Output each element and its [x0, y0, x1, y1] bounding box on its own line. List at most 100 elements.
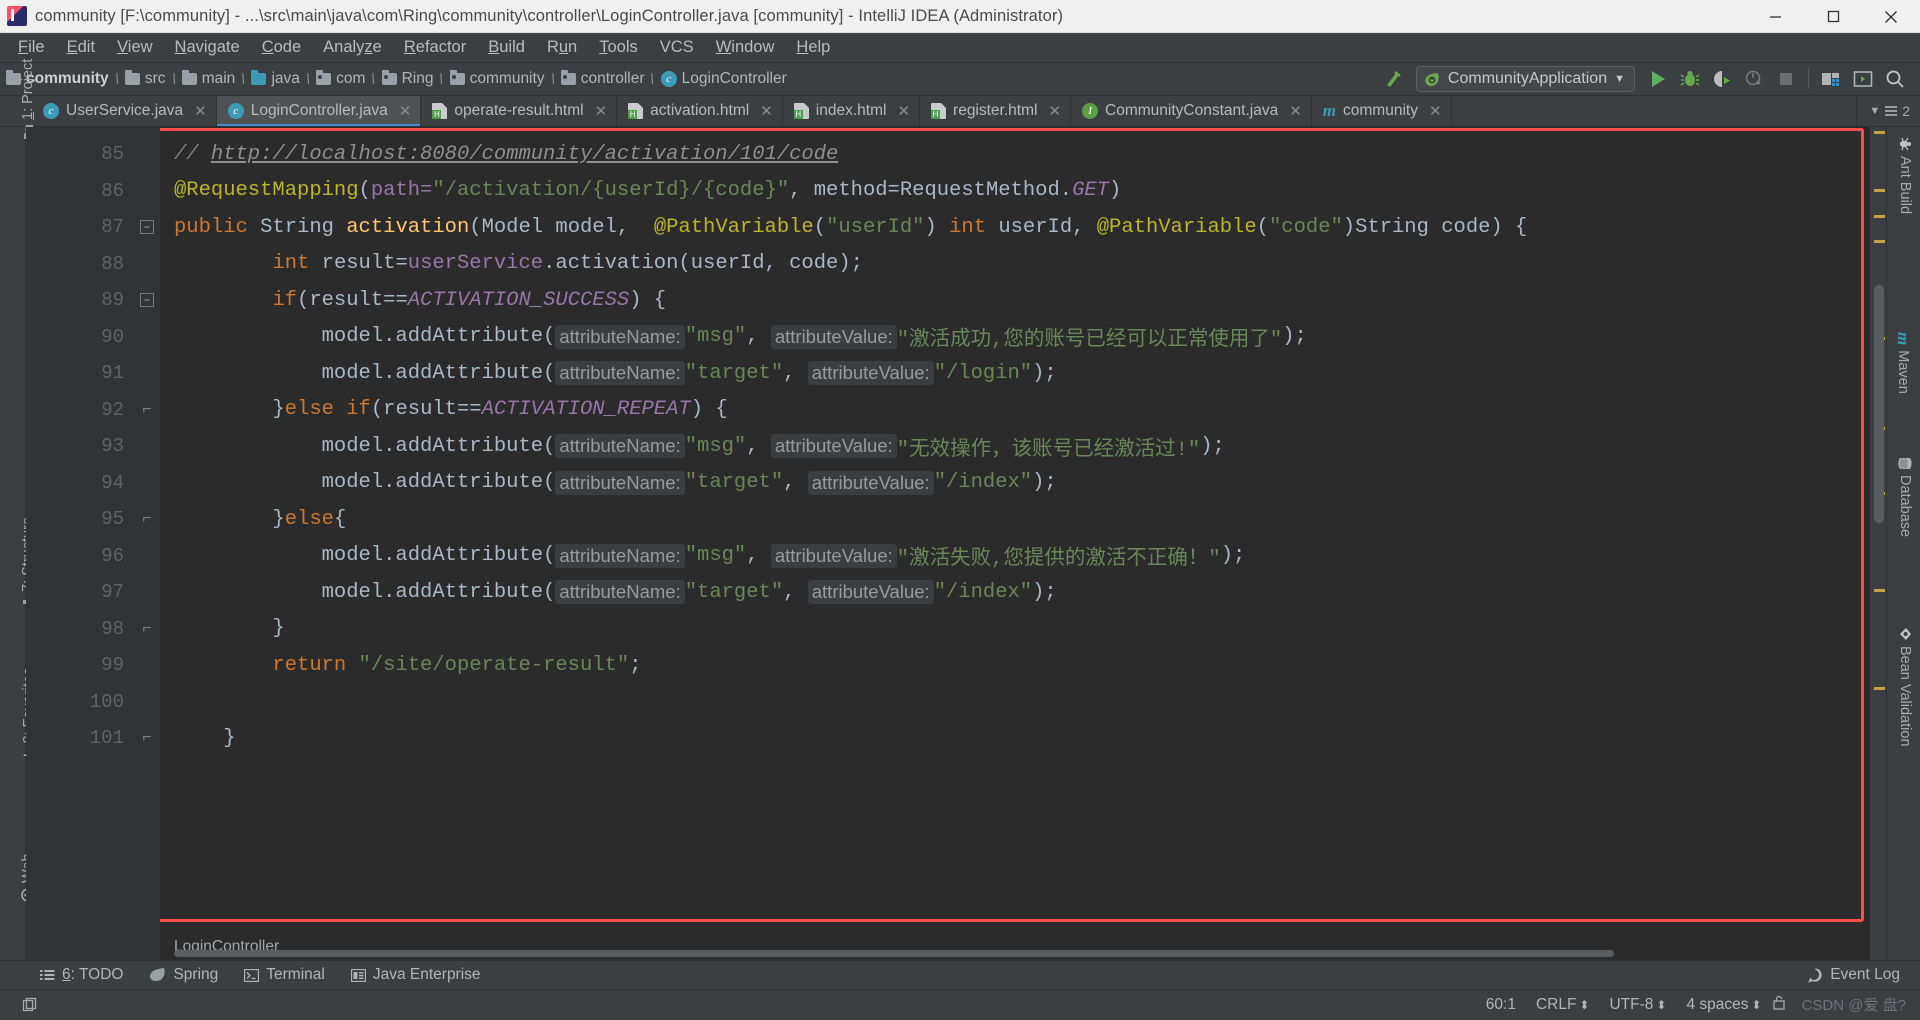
code-line-85[interactable]: // http://localhost:8080/community/activ…: [160, 136, 1870, 173]
indent-setting[interactable]: 4 spaces: [1686, 996, 1748, 1014]
code-line-88[interactable]: int result= userService .activation(userId…: [160, 246, 1870, 283]
fold-cell[interactable]: ⌐: [134, 611, 160, 648]
fold-cell[interactable]: ⌐: [134, 501, 160, 538]
code-line-100[interactable]: [160, 684, 1870, 721]
code-line-98[interactable]: }: [160, 611, 1870, 648]
code-line-97[interactable]: model.addAttribute(attributeName: "target…: [160, 574, 1870, 611]
fold-brace-icon[interactable]: ⌐: [142, 510, 152, 528]
code-line-93[interactable]: model.addAttribute(attributeName: "msg", …: [160, 428, 1870, 465]
breadcrumb-item-src[interactable]: src: [124, 70, 166, 88]
menu-item-view[interactable]: View: [106, 35, 163, 60]
close-icon[interactable]: ✕: [1429, 102, 1442, 120]
collapse-icon[interactable]: −: [140, 293, 154, 308]
editor-tab-communityconstant-java[interactable]: I CommunityConstant.java ✕: [1071, 96, 1312, 126]
tab-overflow-area[interactable]: ▼ 2: [1856, 96, 1920, 126]
code-folding-strip[interactable]: − − ⌐ ⌐ ⌐ ⌐: [134, 127, 160, 960]
close-icon[interactable]: ✕: [595, 102, 608, 120]
run-configuration-selector[interactable]: CommunityApplication ▼: [1415, 66, 1635, 92]
close-icon[interactable]: ✕: [897, 102, 910, 120]
run-with-coverage-button[interactable]: [1707, 66, 1737, 92]
breadcrumb-item-community[interactable]: community: [449, 70, 545, 88]
menu-item-build[interactable]: Build: [477, 35, 536, 60]
scrollbar-thumb[interactable]: [1874, 285, 1884, 523]
close-icon[interactable]: ✕: [399, 102, 412, 120]
editor-tab-community[interactable]: m community ✕: [1312, 96, 1452, 126]
close-icon[interactable]: ✕: [194, 102, 207, 120]
fold-cell[interactable]: −: [134, 209, 160, 246]
gutter-line[interactable]: 97: [26, 574, 134, 611]
chevron-updown-icon[interactable]: ⬍: [1579, 998, 1589, 1012]
gutter-line[interactable]: 88: [26, 246, 134, 283]
gutter-line[interactable]: 91: [26, 355, 134, 392]
sidebar-item-maven[interactable]: m Maven: [1893, 332, 1913, 394]
file-encoding[interactable]: UTF-8: [1609, 996, 1653, 1014]
menu-item-file[interactable]: File: [7, 35, 56, 60]
project-structure-button[interactable]: [1816, 66, 1846, 92]
bottom-item-spring[interactable]: Spring: [149, 966, 218, 984]
search-everywhere-button[interactable]: [1880, 66, 1910, 92]
fold-cell[interactable]: ⌐: [134, 392, 160, 429]
gutter-line[interactable]: 101: [26, 720, 134, 757]
close-icon[interactable]: ✕: [760, 102, 773, 120]
collapse-icon[interactable]: −: [140, 220, 154, 235]
chevron-updown-icon[interactable]: ⬍: [1656, 998, 1666, 1012]
fold-cell[interactable]: −: [134, 282, 160, 319]
menu-item-refactor[interactable]: Refactor: [393, 35, 477, 60]
bottom-item-todo[interactable]: 6: TODO: [40, 966, 123, 984]
profile-button[interactable]: [1739, 66, 1769, 92]
gutter-line[interactable]: 86: [26, 173, 134, 210]
breadcrumb-item-main[interactable]: main: [181, 70, 235, 88]
run-button[interactable]: [1643, 66, 1673, 92]
chevron-updown-icon[interactable]: ⬍: [1752, 998, 1762, 1012]
menu-item-window[interactable]: Window: [705, 35, 786, 60]
terminal-toggle-button[interactable]: [1848, 66, 1878, 92]
code-line-92[interactable]: } else if (result== ACTIVATION_REPEAT) {: [160, 392, 1870, 429]
breadcrumb-item-com[interactable]: com: [316, 70, 365, 88]
gutter-line[interactable]: 96: [26, 538, 134, 575]
gutter-line[interactable]: 93: [26, 428, 134, 465]
code-line-96[interactable]: model.addAttribute(attributeName: "msg", …: [160, 538, 1870, 575]
menu-item-navigate[interactable]: Navigate: [164, 35, 251, 60]
caret-position[interactable]: 60:1: [1486, 996, 1516, 1014]
code-line-86[interactable]: @RequestMapping(path= "/activation/{userI…: [160, 173, 1870, 210]
breadcrumb-item-ring[interactable]: Ring: [381, 70, 433, 88]
close-icon[interactable]: ✕: [1048, 102, 1061, 120]
code-line-89[interactable]: if (result== ACTIVATION_SUCCESS) {: [160, 282, 1870, 319]
code-line-94[interactable]: model.addAttribute(attributeName: "target…: [160, 465, 1870, 502]
fold-brace-icon[interactable]: ⌐: [142, 401, 152, 419]
maximize-button[interactable]: [1804, 0, 1862, 33]
code-line-99[interactable]: return "/site/operate-result";: [160, 647, 1870, 684]
bottom-item-terminal[interactable]: Terminal: [244, 966, 325, 984]
gutter-line[interactable]: 90: [26, 319, 134, 356]
gutter-line[interactable]: 95: [26, 501, 134, 538]
code-line-87[interactable]: public String activation (Model model, @P…: [160, 209, 1870, 246]
editor-tab-logincontroller-java[interactable]: c LoginController.java ✕: [216, 96, 422, 126]
breadcrumb-item-controller[interactable]: controller: [560, 70, 644, 88]
gutter-line[interactable]: 94: [26, 465, 134, 502]
event-log-toggle[interactable]: Event Log: [1808, 966, 1920, 984]
bottom-item-java-enterprise[interactable]: Java Enterprise: [350, 966, 481, 984]
debug-button[interactable]: [1675, 66, 1705, 92]
editor-tab-register-html[interactable]: register.html ✕: [920, 96, 1072, 126]
menu-item-edit[interactable]: Edit: [56, 35, 106, 60]
code-line-101[interactable]: }: [160, 720, 1870, 757]
close-icon[interactable]: ✕: [1289, 102, 1302, 120]
editor-tab-userservice-java[interactable]: c UserService.java ✕: [32, 96, 217, 126]
gutter-line[interactable]: 89: [26, 282, 134, 319]
sidebar-item-ant-build[interactable]: Ant Build: [1897, 137, 1913, 214]
line-separator[interactable]: CRLF: [1536, 996, 1576, 1014]
gutter-line[interactable]: 100: [26, 684, 134, 721]
gutter-line[interactable]: 92: [26, 392, 134, 429]
gutter-line[interactable]: 87: [26, 209, 134, 246]
menu-item-run[interactable]: Run: [536, 35, 588, 60]
editor-tab-activation-html[interactable]: activation.html ✕: [617, 96, 783, 126]
code-line-90[interactable]: model.addAttribute(attributeName: "msg", …: [160, 319, 1870, 356]
editor-marker-bar[interactable]: [1870, 127, 1886, 960]
editor-tab-operate-result-html[interactable]: operate-result.html ✕: [421, 96, 618, 126]
menu-item-code[interactable]: Code: [251, 35, 312, 60]
breadcrumb-item-java[interactable]: java: [251, 70, 300, 88]
stop-button[interactable]: [1771, 66, 1801, 92]
menu-item-vcs[interactable]: VCS: [649, 35, 705, 60]
toggle-toolbar-icon[interactable]: [22, 997, 38, 1013]
code-line-95[interactable]: } else{: [160, 501, 1870, 538]
